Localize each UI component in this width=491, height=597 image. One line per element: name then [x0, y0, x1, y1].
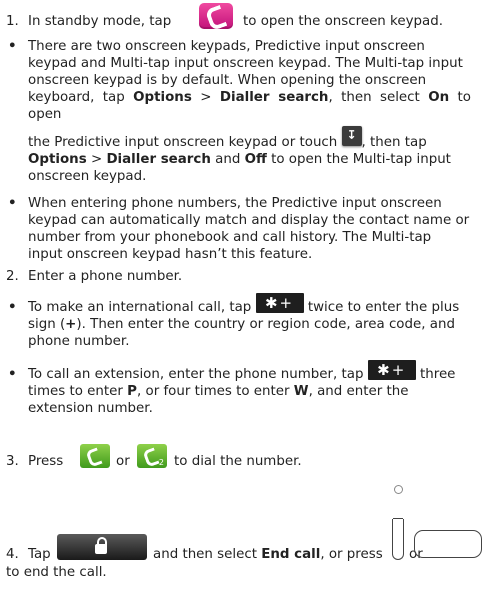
text-line: When entering phone numbers, the Predict…: [28, 196, 442, 211]
step-3: 3. Press or 2 to dial the number.: [0, 436, 491, 476]
bullet-extension: • To call an extension, enter the phone …: [0, 360, 491, 432]
text-line: extension number.: [28, 401, 153, 416]
step-text: In standby mode, tap: [28, 14, 172, 29]
text: times to enter: [28, 384, 123, 399]
step-4: 4. Tap and then select End call, or pres…: [0, 482, 491, 597]
text-line: the Predictive input onscreen keypad or …: [28, 126, 471, 151]
text-line: To call an extension, enter the phone nu…: [28, 360, 471, 383]
text: >: [200, 90, 212, 105]
step-text: Press: [28, 454, 64, 469]
text-line: onscreen keypad is by default. When open…: [28, 73, 427, 88]
off-term: Off: [244, 152, 267, 167]
step-number: 3.: [6, 454, 19, 469]
star-plus-key-icon: ✱+: [367, 360, 416, 380]
text: three: [420, 367, 456, 382]
text: the Predictive input onscreen keypad or …: [28, 135, 338, 150]
bullet-international: • To make an international call, tap ✱+ …: [0, 293, 491, 365]
star-plus-glyph: ✱+: [264, 294, 295, 312]
paragraph: There are two onscreen keypads, Predicti…: [28, 38, 471, 123]
step-text: Tap: [28, 547, 51, 562]
text-line: phone number.: [28, 334, 130, 349]
text-line: There are two onscreen keypads, Predicti…: [28, 39, 425, 54]
text: , then tap: [361, 135, 427, 150]
bullet-dot: •: [8, 39, 17, 54]
sim-2-label: 2: [158, 458, 164, 467]
text: , or press: [320, 547, 383, 562]
step-text: and then select End call, or press: [153, 546, 383, 563]
text: To make an international call, tap: [28, 300, 252, 315]
step-number: 2.: [6, 269, 19, 284]
star-plus-key-icon: ✱+: [255, 293, 304, 313]
side-power-key-icon: [392, 518, 404, 560]
call-sim1-icon: [80, 444, 110, 468]
bullet-keypads: • There are two onscreen keypads, Predic…: [0, 38, 491, 193]
paragraph: When entering phone numbers, the Predict…: [28, 195, 471, 263]
text: sign (: [28, 317, 66, 332]
text: ). Then enter the country or region code…: [76, 317, 455, 332]
text: twice to enter the plus: [307, 300, 460, 315]
options-term: Options: [28, 152, 87, 167]
dialler-search-term: Dialler search: [106, 152, 211, 167]
text-line: onscreen keypad.: [28, 169, 147, 184]
power-indicator-icon: [394, 485, 403, 494]
text-line: number from your phonebook and call hist…: [28, 230, 432, 245]
text: and: [215, 152, 241, 167]
lock-button-icon: [57, 534, 147, 560]
text-line: keyboard, tap Options > Dialler search, …: [28, 89, 471, 123]
on-term: On: [428, 90, 450, 105]
download-arrow-glyph: ↧: [346, 128, 357, 142]
end-call-term: End call: [261, 547, 321, 562]
star-plus-glyph: ✱+: [377, 361, 407, 379]
step-text: to open the onscreen keypad.: [243, 14, 443, 29]
text: , then select: [328, 90, 420, 105]
download-arrow-icon: ↧: [341, 126, 362, 146]
bullet-dot: •: [8, 300, 17, 315]
text: To call an extension, enter the phone nu…: [28, 367, 364, 382]
step-text: or: [116, 454, 130, 469]
step-text: Enter a phone number.: [28, 269, 183, 284]
step-number: 1.: [6, 14, 19, 29]
text-line: keypad can automatically match and displ…: [28, 213, 470, 228]
bullet-dot: •: [8, 367, 17, 382]
text-line: Options > Dialler search and Off to open…: [28, 151, 471, 168]
text-line: To make an international call, tap ✱+ tw…: [28, 293, 471, 316]
options-term: Options: [133, 90, 192, 105]
paragraph: To call an extension, enter the phone nu…: [28, 360, 471, 417]
text: >: [90, 152, 103, 167]
bullet-dot: •: [8, 196, 17, 211]
plus-sign: +: [65, 317, 77, 332]
text: , or four times to enter: [137, 384, 290, 399]
step-text: to dial the number.: [174, 454, 302, 469]
call-sim2-icon: 2: [137, 444, 167, 468]
text: keyboard, tap: [28, 90, 125, 105]
phone-app-icon: [199, 3, 233, 29]
text: , and enter the: [308, 384, 409, 399]
step-2: 2. Enter a phone number.: [0, 268, 491, 288]
end-key-icon: [414, 530, 482, 558]
p-character: P: [127, 384, 137, 399]
text-line: sign (+). Then enter the country or regi…: [28, 316, 471, 333]
text: to open the Multi-tap input: [271, 152, 451, 167]
w-character: W: [293, 384, 309, 399]
step-text: to end the call.: [6, 565, 107, 580]
step-1: 1. In standby mode, tap to open the onsc…: [0, 0, 491, 34]
text-line: input onscreen keypad hasn’t this featur…: [28, 247, 313, 262]
text-line: times to enter P, or four times to enter…: [28, 383, 471, 400]
paragraph: To make an international call, tap ✱+ tw…: [28, 293, 471, 350]
text: and then select: [153, 547, 257, 562]
dialler-search-term: Dialler search: [219, 90, 329, 105]
paragraph: the Predictive input onscreen keypad or …: [28, 126, 471, 185]
step-number: 4.: [6, 547, 19, 562]
text-line: keypad and Multi-tap input onscreen keyp…: [28, 56, 463, 71]
bullet-matching: • When entering phone numbers, the Predi…: [0, 195, 491, 267]
